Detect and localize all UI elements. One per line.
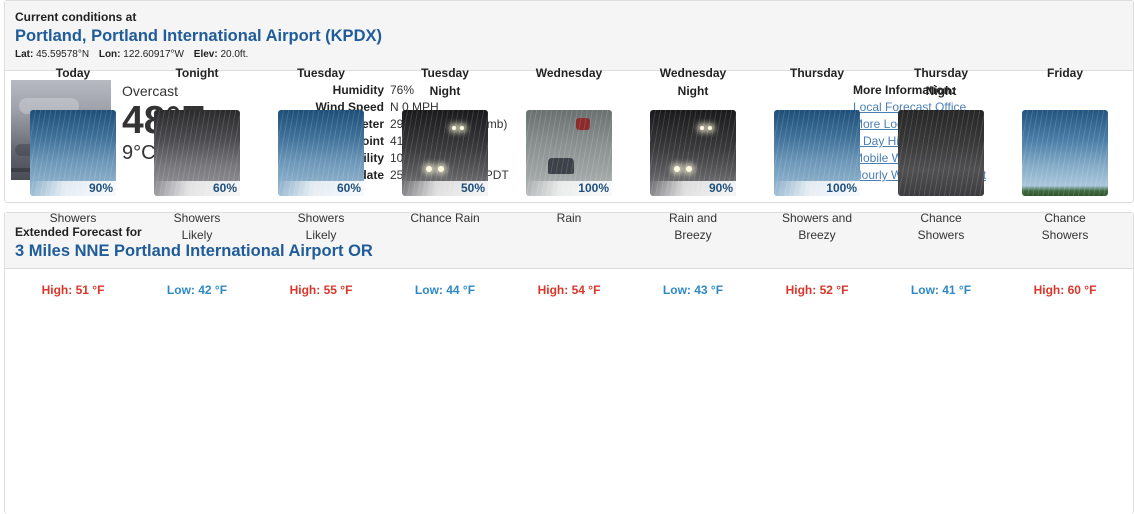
night-rain-wind-icon: 90% — [650, 110, 736, 196]
period-short-forecast: Chance Showers — [1041, 211, 1089, 242]
period-temperature: High: 52 °F — [785, 283, 849, 297]
period-temperature: High: 60 °F — [1033, 283, 1097, 297]
period-short-forecast: Showers and Breezy — [781, 211, 853, 242]
current-conditions-header: Current conditions at Portland, Portland… — [5, 1, 1133, 71]
period-short-forecast: Rain — [556, 211, 582, 225]
lat-label: Lat: — [15, 49, 34, 60]
lat-value: 45.59578°N — [36, 49, 90, 60]
period-temperature: Low: 42 °F — [166, 283, 228, 297]
precip-chance: 60% — [278, 181, 364, 196]
current-conditions-label: Current conditions at — [15, 10, 137, 24]
period-name: Tonight — [175, 66, 219, 80]
precip-chance: 90% — [30, 181, 116, 196]
forecast-periods: Today 90% Showers High: 51 °F Tonight 60… — [11, 62, 1129, 302]
precip-chance: 60% — [154, 181, 240, 196]
period-name: Wednesday Night — [659, 66, 727, 98]
period-name: Friday — [1046, 66, 1083, 80]
station-name: Portland, Portland International Airport… — [15, 27, 382, 45]
lon-value: 122.60917°W — [123, 49, 184, 60]
forecast-period[interactable]: Thursday 100% Showers and Breezy High: 52… — [755, 62, 879, 302]
day-chance-showers-icon — [1022, 110, 1108, 196]
period-temperature: High: 55 °F — [289, 283, 353, 297]
precip-chance: 90% — [650, 181, 736, 196]
period-short-forecast: Showers Likely — [173, 211, 221, 242]
precip-chance: 100% — [774, 181, 860, 196]
precip-chance: 50% — [402, 181, 488, 196]
day-showers-icon: 60% — [278, 110, 364, 196]
period-temperature: High: 51 °F — [41, 283, 105, 297]
period-name: Thursday — [789, 66, 844, 80]
forecast-period[interactable]: Tuesday Night 50% Chance Rain Low: 44 °F — [383, 62, 507, 302]
period-short-forecast: Chance Rain — [410, 211, 480, 225]
period-temperature: Low: 41 °F — [910, 283, 972, 297]
forecast-period[interactable]: Thursday Night Chance Showers Low: 41 °F — [879, 62, 1003, 302]
forecast-period[interactable]: Wednesday Night 90% Rain and Breezy Low: 4… — [631, 62, 755, 302]
elev-value: 20.0ft. — [220, 49, 249, 60]
forecast-period[interactable]: Wednesday 100% Rain High: 54 °F — [507, 62, 631, 302]
forecast-period[interactable]: Friday Chance Showers High: 60 °F — [1003, 62, 1127, 302]
period-temperature: High: 54 °F — [537, 283, 601, 297]
night-chance-showers-icon — [898, 110, 984, 196]
period-temperature: Low: 43 °F — [662, 283, 724, 297]
period-short-forecast: Showers — [49, 211, 97, 225]
period-short-forecast: Rain and Breezy — [668, 211, 718, 242]
period-name: Tuesday Night — [421, 66, 469, 98]
period-name: Thursday Night — [913, 66, 968, 98]
day-showers-icon: 90% — [30, 110, 116, 196]
period-name: Tuesday — [297, 66, 345, 80]
forecast-period[interactable]: Today 90% Showers High: 51 °F — [11, 62, 135, 302]
period-temperature: Low: 44 °F — [414, 283, 476, 297]
period-short-forecast: Showers Likely — [297, 211, 345, 242]
station-coordinates: Lat: 45.59578°N Lon: 122.60917°W Elev: 2… — [15, 48, 1123, 62]
period-name: Today — [55, 66, 91, 80]
day-rain-icon: 100% — [526, 110, 612, 196]
forecast-period[interactable]: Tonight 60% Showers Likely Low: 42 °F — [135, 62, 259, 302]
night-rain-icon: 50% — [402, 110, 488, 196]
lon-label: Lon: — [98, 49, 121, 60]
forecast-period[interactable]: Tuesday 60% Showers Likely High: 55 °F — [259, 62, 383, 302]
elev-label: Elev: — [193, 49, 218, 60]
period-short-forecast: Chance Showers — [917, 211, 965, 242]
period-name: Wednesday — [535, 66, 603, 80]
night-showers-icon: 60% — [154, 110, 240, 196]
precip-chance: 100% — [526, 181, 612, 196]
day-showers-wind-icon: 100% — [774, 110, 860, 196]
